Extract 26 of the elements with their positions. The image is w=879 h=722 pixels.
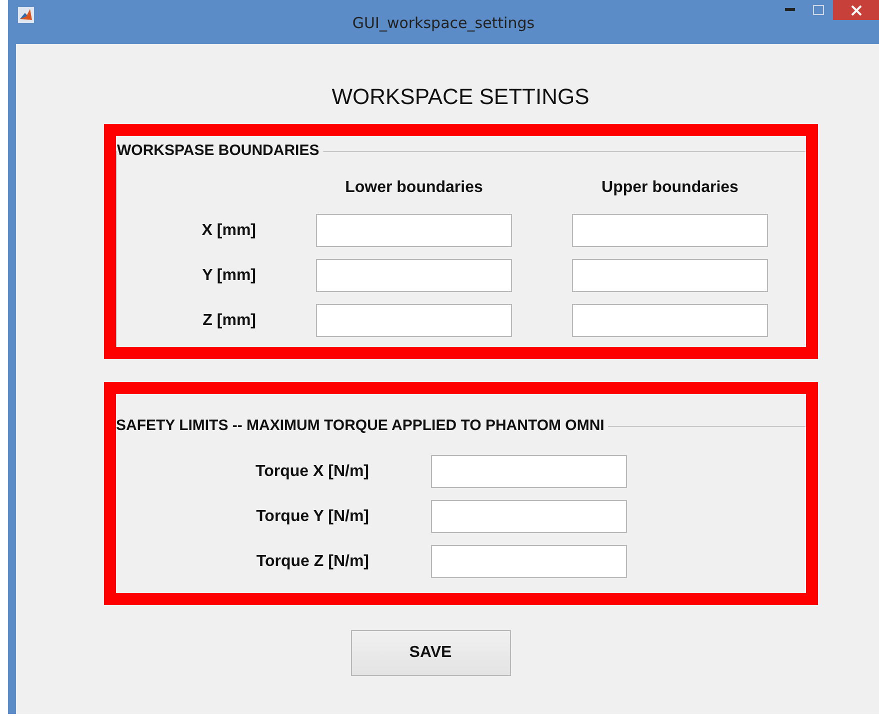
- column-header: Lower boundaries: [344, 179, 484, 198]
- input-field[interactable]: [316, 214, 512, 247]
- panel-title: SAFETY LIMITS -- MAXIMUM TORQUE APPLIED TO PHANTOM OMNI: [116, 417, 608, 434]
- field-label: Y [mm]: [201, 266, 256, 284]
- save-button[interactable]: SAVE: [350, 630, 510, 676]
- field-label: Torque Z [N/m]: [255, 552, 369, 570]
- input-field[interactable]: [431, 500, 627, 533]
- app-icon: [18, 7, 34, 23]
- field-label: Z [mm]: [202, 312, 256, 330]
- input-field[interactable]: [316, 259, 512, 292]
- column-header: Upper boundaries: [600, 179, 740, 198]
- input-field[interactable]: [572, 259, 768, 292]
- page-heading: WORKSPACE SETTINGS: [330, 84, 590, 110]
- input-field[interactable]: [316, 304, 512, 337]
- input-field[interactable]: [431, 455, 627, 488]
- close-button[interactable]: [833, 0, 879, 20]
- minimize-icon: [785, 8, 795, 12]
- field-label: Torque X [N/m]: [254, 462, 369, 480]
- maximize-icon: [812, 5, 824, 15]
- input-field[interactable]: [572, 214, 768, 247]
- field-label: X [mm]: [200, 222, 256, 240]
- close-icon: [850, 4, 862, 16]
- input-field[interactable]: [572, 304, 768, 337]
- input-field[interactable]: [431, 545, 627, 578]
- window-title: GUI_workspace_settings: [352, 14, 535, 32]
- field-label: Torque Y [N/m]: [255, 508, 369, 526]
